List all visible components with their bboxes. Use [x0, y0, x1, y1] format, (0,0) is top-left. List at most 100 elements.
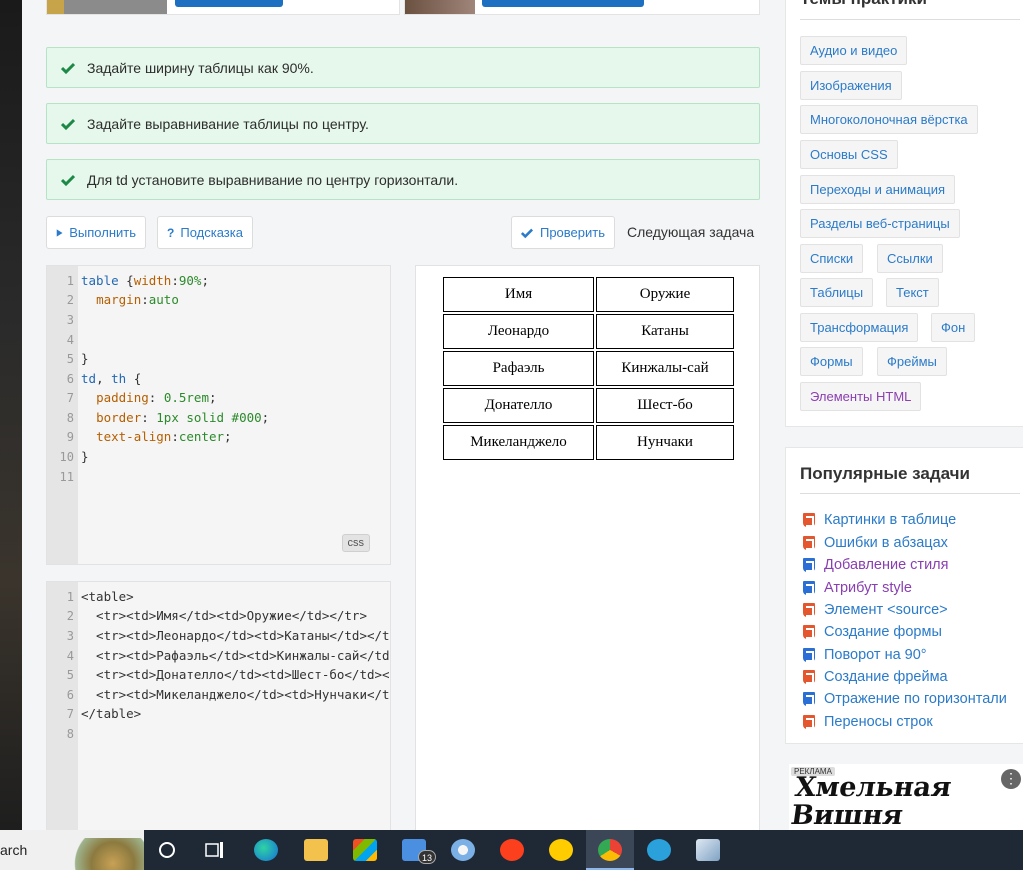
table-cell: Донателло	[443, 388, 594, 423]
code-line: <tr><td>Леонардо</td><td>Катаны</td></tr…	[81, 628, 391, 643]
table-row: Имя Оружие	[443, 277, 734, 312]
yandex-market-icon[interactable]	[549, 839, 573, 861]
code-line: td, th {	[81, 371, 142, 386]
popular-item-label: Добавление стиля	[824, 557, 949, 573]
task-view-icon[interactable]	[205, 841, 225, 859]
topic-tag[interactable]: Таблицы	[800, 278, 874, 307]
line-number: 1	[66, 590, 74, 604]
store-icon[interactable]	[353, 839, 377, 861]
checkmark-icon	[61, 62, 75, 74]
css-editor[interactable]: 1 table {width:90%; 2 margin:auto 3 4 5} …	[46, 265, 391, 565]
cortana-icon[interactable]	[158, 841, 176, 859]
popular-item-label: Атрибут style	[824, 580, 912, 596]
topic-tag[interactable]: Переходы и анимация	[800, 175, 956, 204]
popular-item[interactable]: Ошибки в абзацах	[803, 535, 948, 551]
taskbar-search[interactable]: arch	[0, 830, 144, 870]
check-text: Задайте ширину таблицы как 90%.	[87, 59, 314, 76]
topic-tag[interactable]: Разделы веб-страницы	[800, 209, 960, 238]
topic-tag[interactable]: Текст	[886, 278, 939, 307]
notepad-icon[interactable]	[696, 839, 720, 861]
divider	[800, 493, 1020, 494]
popular-item-label: Поворот на 90°	[824, 647, 927, 663]
task-card-button[interactable]	[482, 0, 644, 7]
topic-tag[interactable]: Трансформация	[800, 313, 919, 342]
line-number: 1	[66, 274, 74, 288]
table-row: Донателло Шест-бо	[443, 388, 734, 423]
topic-tag[interactable]: Элементы HTML	[800, 382, 922, 411]
popular-item[interactable]: Отражение по горизонтали	[803, 691, 1007, 707]
popular-item-label: Переносы строк	[824, 714, 933, 730]
telegram-icon[interactable]	[647, 839, 671, 861]
popular-item[interactable]: Создание фрейма	[803, 669, 948, 685]
edge-icon[interactable]	[254, 839, 278, 861]
topic-tag[interactable]: Многоколоночная вёрстка	[800, 105, 978, 134]
line-number: 7	[66, 391, 74, 405]
popular-item[interactable]: Переносы строк	[803, 714, 933, 730]
popular-item[interactable]: Атрибут style	[803, 580, 912, 596]
line-number: 8	[66, 727, 74, 741]
popular-item[interactable]: Добавление стиля	[803, 557, 948, 573]
code-line: border: 1px solid #000;	[96, 410, 270, 425]
topic-tag[interactable]: Фреймы	[877, 347, 947, 376]
run-button[interactable]: Выполнить	[46, 216, 146, 249]
code-line: text-align:center;	[96, 429, 232, 444]
ad-brand-logo: Хмельная Вишня	[789, 772, 954, 830]
topic-tag[interactable]: Формы	[800, 347, 863, 376]
paint-icon[interactable]	[451, 839, 475, 861]
code-line: </table>	[81, 706, 142, 721]
table-cell: Кинжалы-сай	[596, 351, 734, 386]
html-editor[interactable]: 1 <table> 2 <tr><td>Имя</td><td>Оружие</t…	[46, 581, 391, 841]
popular-item[interactable]: Поворот на 90°	[803, 647, 927, 663]
search-text: arch	[0, 842, 28, 858]
code-line: <tr><td>Имя</td><td>Оружие</td></tr>	[81, 608, 367, 623]
check-passed: Задайте выравнивание таблицы по центру.	[46, 103, 760, 144]
topic-tag[interactable]: Аудио и видео	[800, 36, 908, 65]
html5-icon	[803, 513, 815, 527]
play-icon	[56, 228, 63, 237]
topic-tag[interactable]: Фон	[931, 313, 976, 342]
line-number: 5	[66, 668, 74, 682]
table-cell: Шест-бо	[596, 388, 734, 423]
check-passed: Для td установите выравнивание по центру…	[46, 159, 760, 200]
next-task-link[interactable]: Следующая задача	[627, 224, 754, 240]
topic-tag[interactable]: Изображения	[800, 71, 902, 100]
html5-icon	[803, 670, 815, 684]
table-cell: Леонардо	[443, 314, 594, 349]
popular-item[interactable]: Элемент <source>	[803, 602, 948, 618]
hint-button[interactable]: ? Подсказка	[157, 216, 253, 249]
table-row: Микеланджело Нунчаки	[443, 425, 734, 460]
popular-item[interactable]: Картинки в таблице	[803, 512, 956, 528]
topic-tag[interactable]: Основы CSS	[800, 140, 898, 169]
css3-icon	[803, 558, 815, 572]
html5-icon	[803, 536, 815, 550]
popular-item-label: Создание фрейма	[824, 669, 948, 685]
yandex-icon[interactable]	[500, 839, 524, 861]
language-badge: css	[341, 534, 370, 552]
line-number: 2	[66, 609, 74, 623]
result-preview: Имя Оружие Леонардо Катаны Рафаэль Кинжалы-…	[415, 265, 760, 835]
check-passed: Задайте ширину таблицы как 90%.	[46, 47, 760, 88]
popular-item[interactable]: Создание формы	[803, 624, 942, 640]
popular-item-label: Картинки в таблице	[824, 512, 957, 528]
file-explorer-icon[interactable]	[304, 839, 328, 861]
more-icon[interactable]: ⋮	[1001, 769, 1021, 789]
desktop-edge	[0, 0, 22, 830]
line-number: 3	[66, 629, 74, 643]
run-label: Выполнить	[69, 225, 136, 240]
topic-tag[interactable]: Списки	[800, 244, 864, 273]
chrome-icon[interactable]	[598, 839, 622, 861]
task-card-button[interactable]	[175, 0, 283, 7]
code-line: }	[81, 351, 89, 366]
task-card	[404, 0, 760, 15]
task-card	[46, 0, 400, 15]
advertisement[interactable]: РЕКЛАМА Хмельная Вишня ⋮	[789, 764, 1023, 830]
popular-item-label: Создание формы	[824, 624, 942, 640]
topic-tag[interactable]: Ссылки	[877, 244, 943, 273]
check-button[interactable]: Проверить	[511, 216, 615, 249]
line-number: 10	[59, 450, 74, 464]
code-line: <tr><td>Рафаэль</td><td>Кинжалы-сай</td>…	[96, 648, 390, 663]
table-cell: Рафаэль	[443, 351, 594, 386]
check-text: Для td установите выравнивание по центру…	[87, 171, 459, 188]
code-line: padding: 0.5rem;	[96, 390, 217, 405]
code-line: <tr><td>Донателло</td><td>Шест-бо</td></…	[81, 667, 391, 682]
